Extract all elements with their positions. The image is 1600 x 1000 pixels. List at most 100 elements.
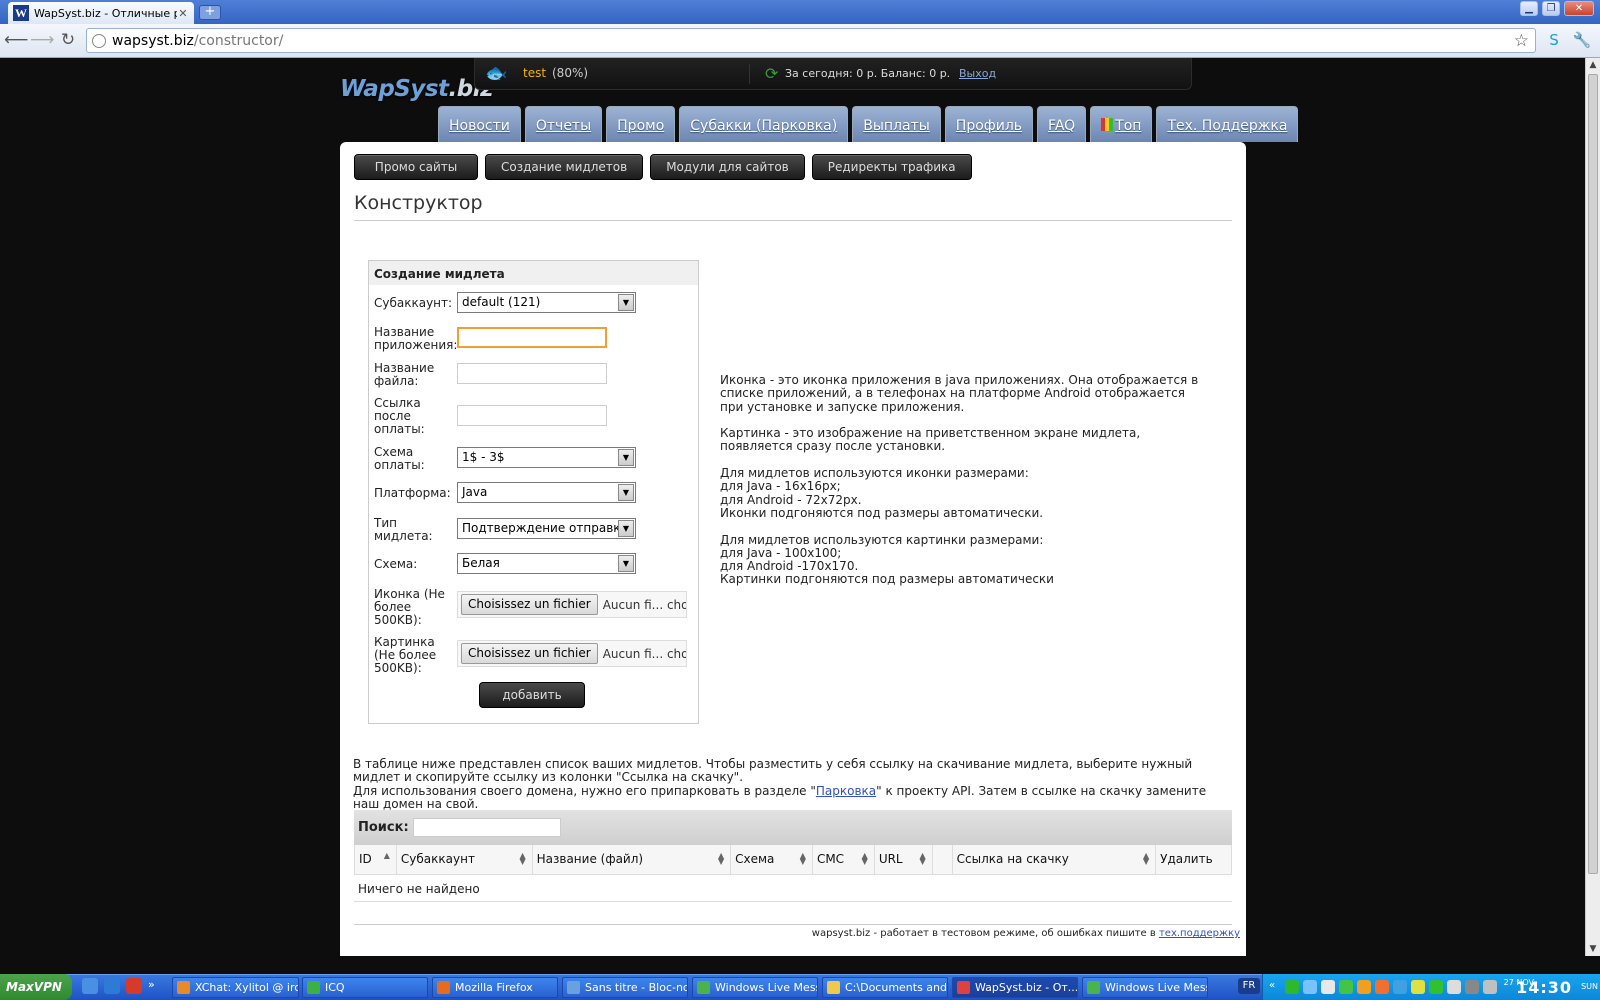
- skype-icon[interactable]: S: [1544, 30, 1564, 50]
- tray-icon[interactable]: [1357, 980, 1371, 994]
- tray-icon[interactable]: [1411, 980, 1425, 994]
- empty-table-message: Ничего не найдено: [358, 882, 480, 896]
- nav-subaccounts[interactable]: Субакки (Парковка): [679, 106, 849, 142]
- app-name-input[interactable]: [457, 327, 607, 348]
- start-button[interactable]: MaxVPN: [0, 974, 72, 1000]
- minimize-icon[interactable]: ▁: [1520, 1, 1538, 16]
- address-bar[interactable]: wapsyst.biz /constructor/ ☆: [86, 28, 1536, 53]
- nav-reports[interactable]: Отчеты: [524, 106, 603, 142]
- nav-faq[interactable]: FAQ: [1037, 106, 1087, 142]
- subnav-promo-sites[interactable]: Промо сайты: [354, 154, 478, 180]
- parking-link[interactable]: Парковка: [816, 784, 876, 798]
- sort-icon: ▲ ▼: [1143, 851, 1150, 866]
- col-id[interactable]: ID ▲: [355, 845, 397, 874]
- tray-icon[interactable]: [1303, 980, 1317, 994]
- col-sms[interactable]: СМС ▲ ▼: [813, 845, 875, 874]
- note-line: В таблице ниже представлен список ваших …: [353, 757, 1193, 785]
- picture-file-input[interactable]: Choisissez un fichier Aucun fi... choisi: [457, 640, 687, 667]
- col-scheme[interactable]: Схема ▲ ▼: [731, 845, 813, 874]
- search-input[interactable]: [412, 818, 561, 837]
- support-link[interactable]: тех.поддержку: [1159, 928, 1240, 939]
- site-logo[interactable]: WapSyst.biz: [340, 76, 494, 102]
- nav-support[interactable]: Тех. Поддержка: [1156, 106, 1299, 142]
- choose-picture-button[interactable]: Choisissez un fichier: [461, 643, 598, 664]
- taskbar-item[interactable]: Windows Live Mess...: [692, 977, 818, 998]
- messenger-icon: [697, 981, 710, 994]
- scheme-value: Белая: [462, 556, 500, 570]
- pay-scheme-select[interactable]: 1$ - 3$ ▼: [457, 447, 636, 468]
- volume-icon[interactable]: [1483, 980, 1497, 994]
- tray-icon[interactable]: [1321, 980, 1335, 994]
- language-indicator[interactable]: FR: [1238, 978, 1260, 994]
- nav-top-label: Топ: [1115, 118, 1142, 134]
- vertical-scrollbar[interactable]: ▲ ▼: [1585, 58, 1600, 956]
- taskbar-item[interactable]: ICQ: [302, 977, 428, 998]
- after-pay-link-input[interactable]: [457, 405, 607, 426]
- taskbar-item[interactable]: Sans titre - Bloc-notes: [562, 977, 688, 998]
- wrench-icon[interactable]: 🔧: [1572, 30, 1592, 50]
- site-favicon-icon: W: [13, 5, 29, 21]
- col-subaccount[interactable]: Субаккаунт ▲ ▼: [397, 845, 533, 874]
- col-label: СМС: [816, 852, 845, 866]
- subaccount-select[interactable]: default (121) ▼: [457, 292, 636, 313]
- nav-promo[interactable]: Промо: [606, 106, 676, 142]
- scroll-down-icon[interactable]: ▼: [1586, 942, 1600, 956]
- help-paragraph: Иконка - это иконка приложения в java пр…: [720, 373, 1199, 414]
- choose-icon-button[interactable]: Choisissez un fichier: [461, 594, 598, 615]
- col-url[interactable]: URL ▲ ▼: [875, 845, 933, 874]
- help-line: для Java - 16x16px;: [720, 479, 841, 494]
- subnav-create-midlets[interactable]: Создание мидлетов: [485, 154, 644, 180]
- taskbar-item-active[interactable]: WapSyst.biz - От...: [952, 977, 1078, 998]
- nav-top[interactable]: Топ: [1090, 106, 1153, 142]
- tray-icon[interactable]: [1447, 980, 1461, 994]
- add-button[interactable]: добавить: [479, 682, 585, 708]
- col-name[interactable]: Название (файл) ▲ ▼: [533, 845, 732, 874]
- restore-icon[interactable]: ❐: [1542, 1, 1560, 16]
- username[interactable]: test: [523, 66, 546, 80]
- col-download-link[interactable]: Ссылка на скачку ▲ ▼: [953, 845, 1157, 874]
- taskbar-item[interactable]: C:\Documents and ...: [822, 977, 948, 998]
- taskbar-item[interactable]: Mozilla Firefox: [432, 977, 558, 998]
- scroll-up-icon[interactable]: ▲: [1586, 58, 1600, 72]
- note-text: Для использования своего домена, нужно е…: [353, 783, 816, 798]
- chevron-right-icon[interactable]: »: [148, 978, 164, 994]
- nav-payouts[interactable]: Выплаты: [852, 106, 941, 142]
- logout-link[interactable]: Выход: [959, 67, 996, 80]
- icon-file-input[interactable]: Choisissez un fichier Aucun fi... choisi: [457, 591, 687, 618]
- filezilla-icon[interactable]: [126, 978, 142, 994]
- midlet-type-select[interactable]: Подтверждение отправки ▼: [457, 518, 636, 539]
- platform-select[interactable]: Java ▼: [457, 482, 636, 503]
- tray-icon[interactable]: [1465, 980, 1479, 994]
- close-window-icon[interactable]: ✕: [1564, 1, 1594, 16]
- reload-icon[interactable]: ↻: [57, 30, 79, 52]
- tray-icon[interactable]: [1429, 980, 1443, 994]
- file-name-input[interactable]: [457, 363, 607, 384]
- scheme-select[interactable]: Белая ▼: [457, 553, 636, 574]
- back-icon[interactable]: ⟵: [4, 30, 28, 52]
- messenger-icon: [1087, 981, 1100, 994]
- nav-news[interactable]: Новости: [438, 106, 521, 142]
- taskbar-item[interactable]: Windows Live Mess...: [1082, 977, 1208, 998]
- subnav-traffic-redirects[interactable]: Редиректы трафика: [811, 154, 972, 180]
- refresh-icon[interactable]: ⟳: [765, 64, 778, 83]
- close-tab-icon[interactable]: ✕: [177, 7, 189, 20]
- user-percent: (80%): [552, 66, 589, 80]
- main-nav: Новости Отчеты Промо Субакки (Парковка) …: [438, 106, 1302, 142]
- tray-icon[interactable]: [1339, 980, 1353, 994]
- tray-icon[interactable]: [1285, 980, 1299, 994]
- new-tab-button[interactable]: +: [199, 5, 221, 20]
- tray-icon[interactable]: [1375, 980, 1389, 994]
- ie-icon[interactable]: [104, 978, 120, 994]
- forward-icon[interactable]: ⟶: [30, 30, 54, 52]
- scrollbar-thumb[interactable]: [1588, 74, 1598, 874]
- subnav-site-modules[interactable]: Модули для сайтов: [650, 154, 805, 180]
- icq-icon: [307, 981, 320, 994]
- browser-tab[interactable]: W WapSyst.biz - Отличные реш ✕: [8, 2, 194, 24]
- nav-profile[interactable]: Профиль: [944, 106, 1034, 142]
- ie-icon[interactable]: [82, 978, 98, 994]
- taskbar-item[interactable]: XChat: Xylitol @ irc....: [172, 977, 299, 998]
- chevron-left-icon[interactable]: «: [1269, 980, 1283, 994]
- tray-icon[interactable]: [1393, 980, 1407, 994]
- bookmark-star-icon[interactable]: ☆: [1514, 31, 1529, 51]
- folder-icon: [827, 981, 840, 994]
